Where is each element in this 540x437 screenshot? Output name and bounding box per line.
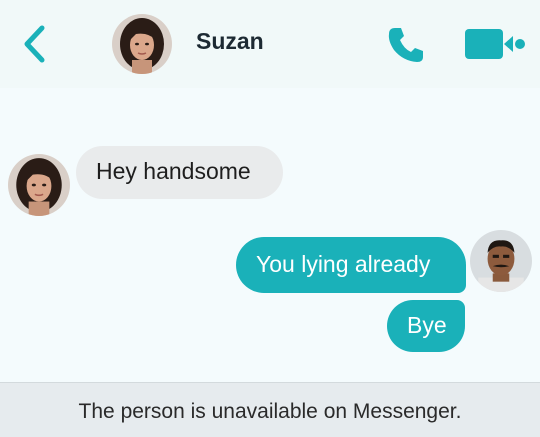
video-camera-icon: [465, 29, 525, 59]
video-call-button[interactable]: [464, 27, 526, 61]
unavailable-banner: The person is unavailable on Messenger.: [0, 382, 540, 437]
back-button[interactable]: [18, 24, 52, 64]
chevron-left-icon: [24, 25, 45, 63]
unavailable-notice: The person is unavailable on Messenger.: [78, 400, 462, 423]
sender-avatar[interactable]: [8, 154, 70, 216]
phone-icon: [388, 28, 423, 62]
contact-photo: [112, 14, 172, 74]
contact-name[interactable]: Suzan: [196, 28, 264, 55]
own-avatar[interactable]: [470, 230, 532, 292]
chat-header: Suzan: [0, 0, 540, 88]
sender-photo: [8, 154, 70, 216]
contact-avatar[interactable]: [112, 14, 172, 74]
voice-call-button[interactable]: [385, 24, 427, 66]
outgoing-message[interactable]: Bye: [387, 300, 465, 352]
incoming-message[interactable]: Hey handsome: [76, 146, 283, 199]
outgoing-message[interactable]: You lying already: [236, 237, 466, 293]
own-photo: [470, 230, 532, 292]
